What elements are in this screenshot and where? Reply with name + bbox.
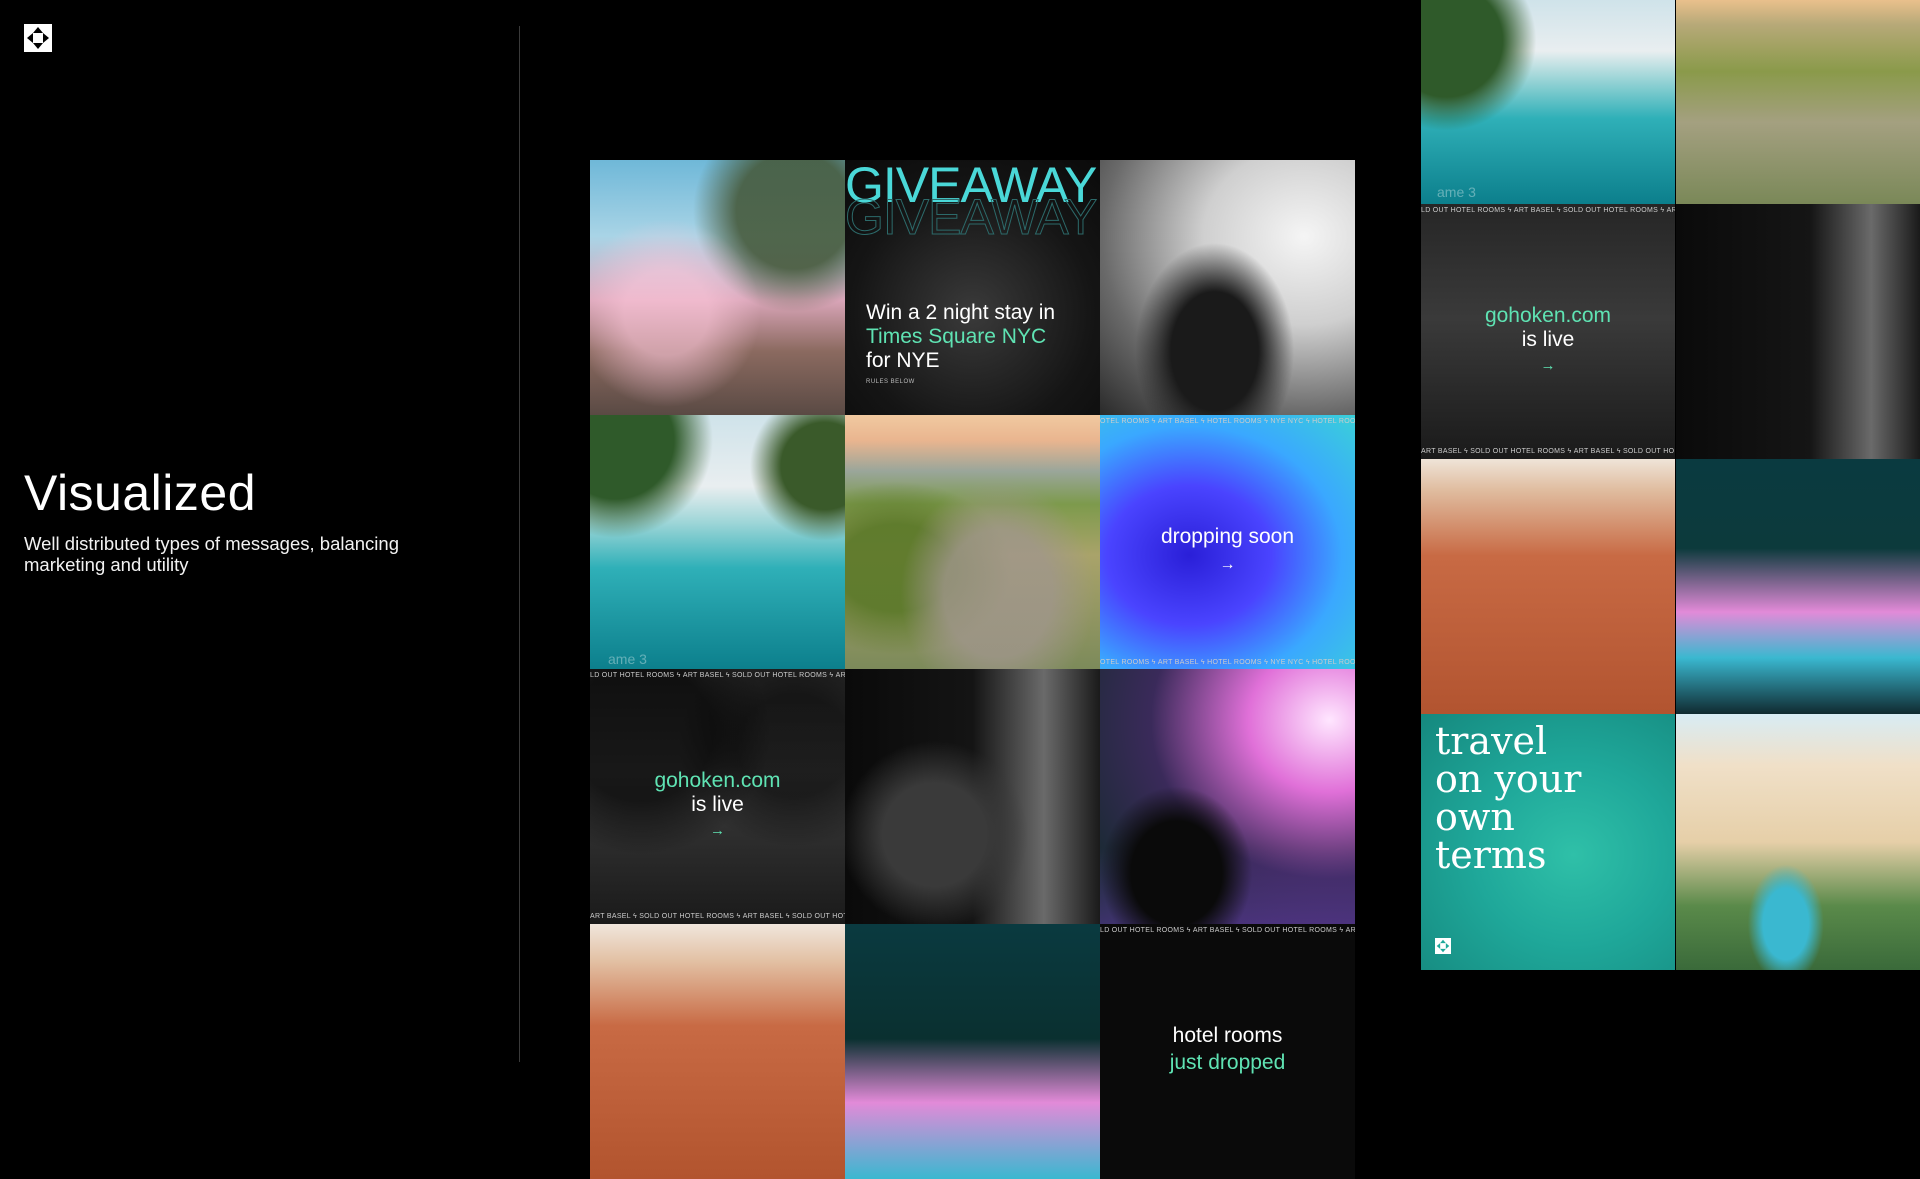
infinity-pool-photo: ame 3	[590, 415, 845, 670]
infinity-pool-photo-side: ame 3	[1421, 0, 1675, 204]
hoken-logo-icon[interactable]	[24, 24, 52, 52]
giveaway-post[interactable]: GIVEAWAY GIVEAWAY Win a 2 night stay in …	[845, 160, 1100, 415]
travel-line2: on your	[1435, 757, 1582, 801]
hoken-logo-icon	[1435, 938, 1451, 954]
arrow-right-icon: →	[1540, 357, 1556, 374]
race-car-photo-side	[1676, 204, 1920, 459]
dropping-soon-post[interactable]: OTEL ROOMS ϟ ART BASEL ϟ HOTEL ROOMS ϟ N…	[1100, 415, 1355, 670]
hotel-rooms-dropped-post[interactable]: LD OUT HOTEL ROOMS ϟ ART BASEL ϟ SOLD OU…	[1100, 924, 1355, 1179]
page-title: Visualized	[24, 465, 257, 521]
is-live-label: is live	[691, 793, 744, 816]
vertical-divider	[519, 26, 520, 1062]
travel-line3: own	[1435, 795, 1515, 839]
gohoken-url: gohoken.com	[654, 769, 781, 792]
travel-line1: travel	[1435, 719, 1548, 763]
ticker-bottom: OTEL ROOMS ϟ ART BASEL ϟ HOTEL ROOMS ϟ N…	[1100, 659, 1355, 666]
terracotta-hallway-photo	[590, 924, 845, 1179]
terracotta-hallway-photo-side	[1421, 459, 1675, 714]
arrow-right-icon: →	[1219, 556, 1236, 573]
giveaway-line3: for NYE	[866, 349, 940, 372]
ticker-bottom: ART BASEL ϟ SOLD OUT HOTEL ROOMS ϟ ART B…	[1421, 448, 1675, 455]
giveaway-line2: Times Square NYC	[866, 325, 1047, 348]
giveaway-line1: Win a 2 night stay in	[866, 301, 1056, 324]
race-car-photo	[845, 669, 1100, 924]
courtyard-pool-photo-side	[1676, 714, 1920, 970]
ticker-top: LD OUT HOTEL ROOMS ϟ ART BASEL ϟ SOLD OU…	[1421, 207, 1675, 214]
concert-performer-photo	[1100, 160, 1355, 415]
gohoken-url: gohoken.com	[1484, 304, 1612, 327]
ticker-top: OTEL ROOMS ϟ ART BASEL ϟ HOTEL ROOMS ϟ N…	[1100, 418, 1355, 425]
giveaway-headline-echo: GIVEAWAY	[845, 189, 1098, 245]
is-live-label: is live	[1521, 328, 1575, 351]
hotel-rooms-label: hotel rooms	[1172, 1024, 1283, 1047]
concert-spotlight-photo	[1100, 669, 1355, 924]
festival-market-photo	[590, 160, 845, 415]
neon-hotel-photo-side	[1676, 459, 1920, 714]
gohoken-live-post-side[interactable]: LD OUT HOTEL ROOMS ϟ ART BASEL ϟ SOLD OU…	[1421, 204, 1675, 459]
aerial-city-park-photo-side	[1676, 0, 1920, 204]
frame-label: ame 3	[1437, 184, 1476, 200]
travel-line4: terms	[1435, 833, 1547, 877]
dropping-soon-label: dropping soon	[1160, 525, 1295, 548]
aerial-city-park-photo	[845, 415, 1100, 670]
frame-label: ame 3	[608, 651, 647, 667]
ticker-bottom: ART BASEL ϟ SOLD OUT HOTEL ROOMS ϟ ART B…	[590, 913, 845, 920]
gohoken-live-post[interactable]: LD OUT HOTEL ROOMS ϟ ART BASEL ϟ SOLD OU…	[590, 669, 845, 924]
arrow-right-icon: →	[710, 822, 725, 839]
ticker-top: LD OUT HOTEL ROOMS ϟ ART BASEL ϟ SOLD OU…	[1100, 927, 1355, 934]
just-dropped-label: just dropped	[1169, 1051, 1286, 1074]
page-subtitle: Well distributed types of messages, bala…	[24, 533, 399, 575]
ticker-top: LD OUT HOTEL ROOMS ϟ ART BASEL ϟ SOLD OU…	[590, 672, 845, 679]
neon-hotel-photo	[845, 924, 1100, 1179]
giveaway-fine-print: RULES BELOW	[866, 379, 915, 385]
travel-on-your-terms-post[interactable]: travel on your own terms	[1421, 714, 1675, 970]
